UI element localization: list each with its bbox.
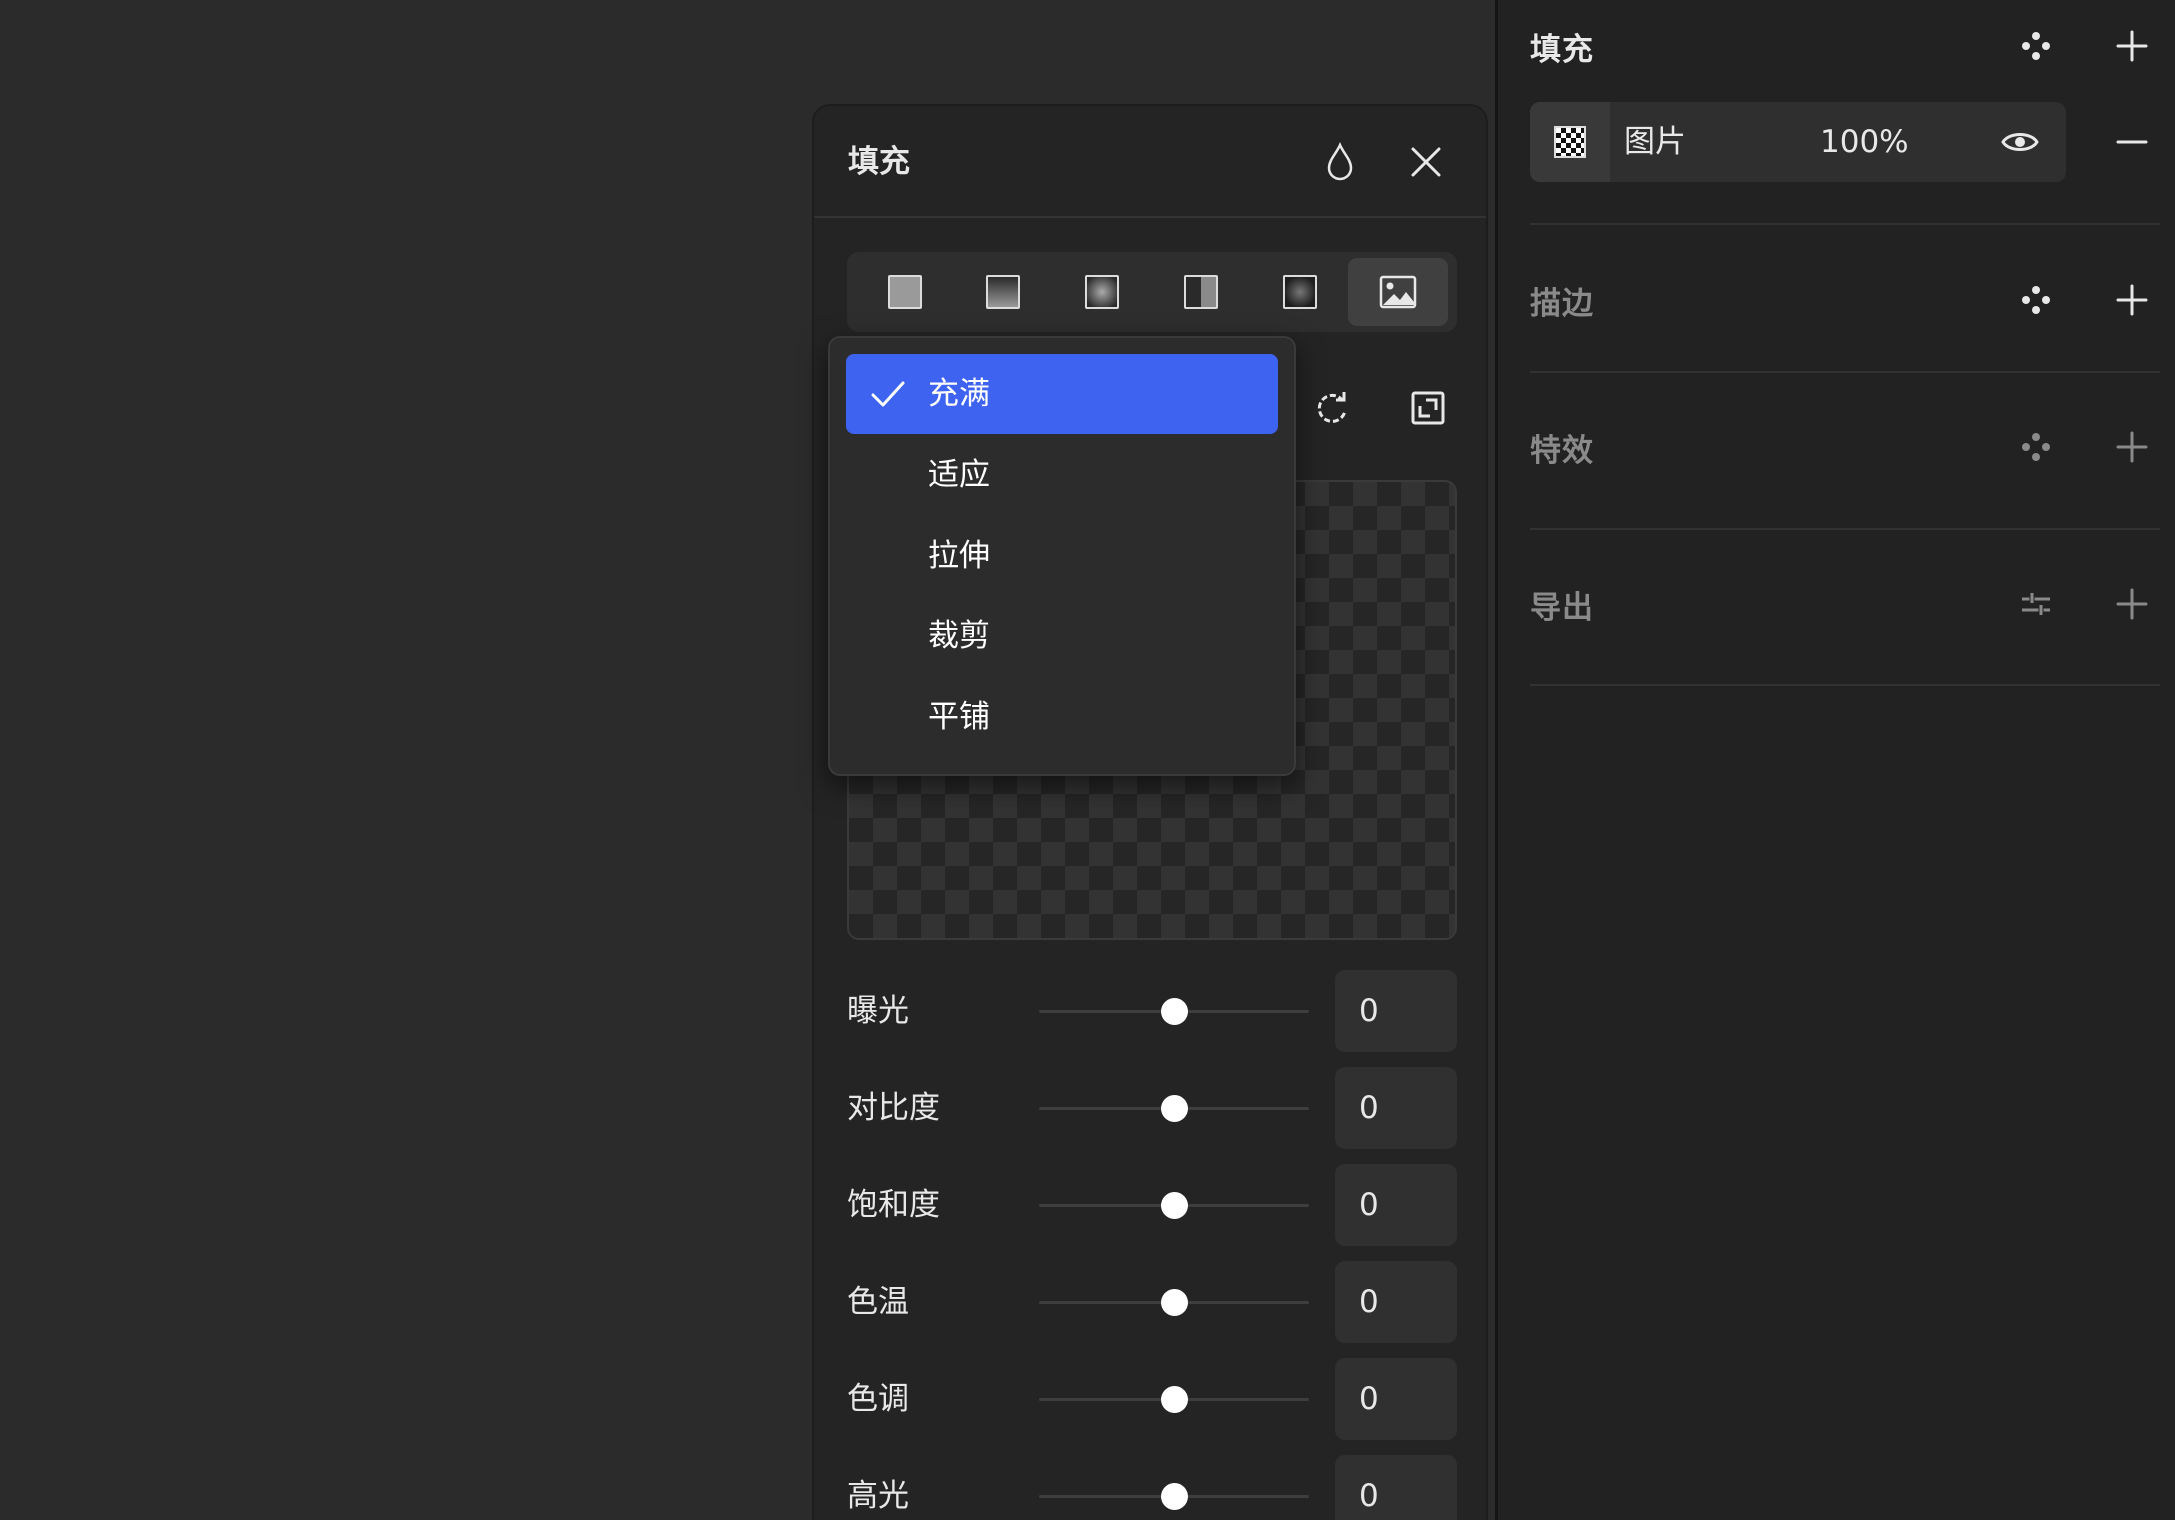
adjustment-slider-track[interactable] [1039, 1192, 1309, 1219]
adjustment-slider-track[interactable] [1039, 1289, 1309, 1316]
dropdown-option-label: 平铺 [928, 699, 990, 735]
effects-section-header: 特效 [1530, 417, 2160, 477]
slider-thumb[interactable] [1161, 1483, 1188, 1510]
adjustment-row-contrast: 对比度 0 [847, 1067, 1457, 1149]
dropdown-option-label: 充满 [928, 376, 990, 412]
close-icon[interactable] [1402, 138, 1450, 186]
fill-thumbnail[interactable] [1530, 102, 1610, 182]
adjustment-slider-track[interactable] [1039, 1386, 1309, 1413]
slider-thumb[interactable] [1161, 998, 1188, 1025]
dropdown-option-label: 拉伸 [928, 538, 990, 574]
adjustment-value-input[interactable]: 0 [1335, 970, 1457, 1052]
dropdown-option-label: 适应 [928, 457, 990, 493]
adjustment-slider-track[interactable] [1039, 1095, 1309, 1122]
solid-fill-icon[interactable] [855, 258, 955, 326]
check-icon [871, 381, 905, 407]
fill-layer-row[interactable]: 图片 100% [1530, 102, 2066, 182]
checkerboard-icon [1554, 126, 1586, 158]
adjustment-row-highlights: 高光 0 [847, 1455, 1457, 1520]
add-effect-plus-icon[interactable] [2108, 423, 2156, 471]
add-fill-plus-icon[interactable] [2108, 22, 2156, 70]
section-divider [1530, 528, 2160, 530]
slider-thumb[interactable] [1161, 1386, 1188, 1413]
adjustment-value-input[interactable]: 0 [1335, 1455, 1457, 1520]
dropdown-option-tile[interactable]: 平铺 [846, 677, 1278, 757]
dropdown-option-fit[interactable]: 适应 [846, 435, 1278, 515]
adjustment-row-tint: 色调 0 [847, 1358, 1457, 1440]
style-dots-icon[interactable] [2012, 22, 2060, 70]
stroke-section-title: 描边 [1530, 285, 1594, 322]
section-divider [1530, 371, 2160, 373]
adjustment-label: 色调 [847, 1381, 909, 1417]
image-icon[interactable] [1348, 258, 1448, 326]
adjustment-value-input[interactable]: 0 [1335, 1358, 1457, 1440]
dropdown-option-crop[interactable]: 裁剪 [846, 596, 1278, 676]
slider-thumb[interactable] [1161, 1192, 1188, 1219]
scale-mode-dropdown: 充满 适应 拉伸 裁剪 平铺 [828, 336, 1296, 776]
fill-section-title: 填充 [1530, 31, 1594, 68]
adjustment-value-input[interactable]: 0 [1335, 1067, 1457, 1149]
fill-opacity-value[interactable]: 100% [1820, 102, 1909, 182]
export-section-title: 导出 [1530, 589, 1594, 626]
style-dots-icon[interactable] [2012, 276, 2060, 324]
add-stroke-plus-icon[interactable] [2108, 276, 2156, 324]
adjustment-row-exposure: 曝光 0 [847, 970, 1457, 1052]
popover-title: 填充 [848, 144, 910, 180]
properties-sidebar: 填充 图片 100% 描边 特效 导出 [1495, 0, 2175, 1520]
adjustment-row-temperature: 色温 0 [847, 1261, 1457, 1343]
stroke-section-header: 描边 [1530, 270, 2160, 330]
radial-gradient-icon[interactable] [1052, 258, 1152, 326]
dropdown-option-fill[interactable]: 充满 [846, 354, 1278, 434]
export-section-header: 导出 [1530, 574, 2160, 634]
dropdown-option-label: 裁剪 [928, 618, 990, 654]
adjustment-value-input[interactable]: 0 [1335, 1261, 1457, 1343]
fill-section-header: 填充 [1530, 16, 2160, 76]
diamond-gradient-icon[interactable] [1250, 258, 1350, 326]
slider-thumb[interactable] [1161, 1289, 1188, 1316]
sliders-icon[interactable] [2012, 580, 2060, 628]
adjustment-value-input[interactable]: 0 [1335, 1164, 1457, 1246]
angular-gradient-icon[interactable] [1151, 258, 1251, 326]
remove-fill-minus-icon[interactable] [2108, 118, 2156, 166]
style-dots-icon[interactable] [2012, 423, 2060, 471]
adjustment-slider-track[interactable] [1039, 1483, 1309, 1510]
add-export-plus-icon[interactable] [2108, 580, 2156, 628]
expand-icon[interactable] [1404, 384, 1452, 432]
adjustment-label: 高光 [847, 1478, 909, 1514]
section-divider [1530, 684, 2160, 686]
adjustment-label: 色温 [847, 1284, 909, 1320]
adjustment-label: 饱和度 [847, 1187, 940, 1223]
rotate-icon[interactable] [1308, 384, 1356, 432]
slider-thumb[interactable] [1161, 1095, 1188, 1122]
section-divider [1530, 223, 2160, 225]
linear-gradient-icon[interactable] [953, 258, 1053, 326]
adjustment-label: 曝光 [847, 993, 909, 1029]
fill-popover: 填充 曝光 0 对比度 0 饱和度 0 色温 0 色调 0 高光 0 [812, 104, 1488, 1520]
drop-icon[interactable] [1316, 138, 1364, 186]
eye-icon[interactable] [1996, 118, 2044, 166]
popover-header: 填充 [814, 106, 1486, 218]
effects-section-title: 特效 [1530, 432, 1594, 469]
adjustment-slider-track[interactable] [1039, 998, 1309, 1025]
fill-type-label: 图片 [1624, 124, 1686, 160]
adjustment-label: 对比度 [847, 1090, 940, 1126]
fill-type-selector [847, 252, 1457, 332]
dropdown-option-stretch[interactable]: 拉伸 [846, 516, 1278, 596]
adjustment-row-saturation: 饱和度 0 [847, 1164, 1457, 1246]
